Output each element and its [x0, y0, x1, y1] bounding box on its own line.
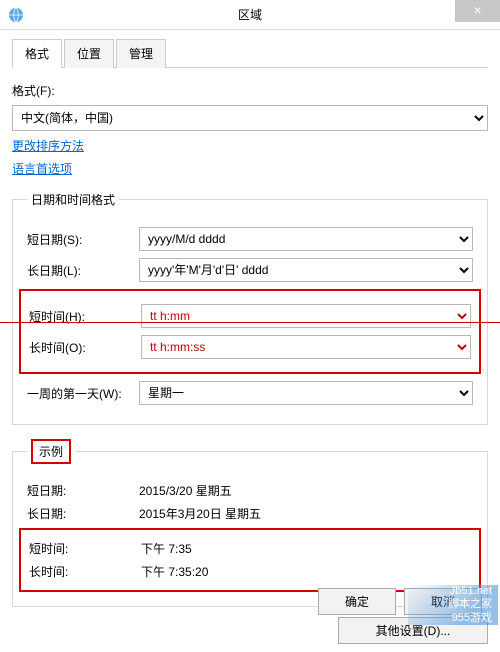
annotation-redline	[0, 322, 500, 323]
tab-location[interactable]: 位置	[64, 39, 114, 68]
tab-admin[interactable]: 管理	[116, 39, 166, 68]
example-group: 示例 短日期: 2015/3/20 星期五 长日期: 2015年3月20日 星期…	[12, 439, 488, 607]
long-date-label: 长日期(L):	[27, 262, 139, 279]
example-long-time-value: 下午 7:35:20	[141, 563, 471, 580]
long-date-select[interactable]: yyyy'年'M'月'd'日' dddd	[139, 258, 473, 282]
ok-button[interactable]: 确定	[318, 588, 396, 615]
datetime-formats-legend: 日期和时间格式	[27, 191, 119, 208]
first-day-label: 一周的第一天(W):	[27, 385, 139, 402]
tab-format[interactable]: 格式	[12, 39, 62, 68]
example-short-date-value: 2015/3/20 星期五	[139, 482, 473, 499]
short-time-select[interactable]: tt h:mm	[141, 304, 471, 328]
other-settings-button[interactable]: 其他设置(D)...	[338, 617, 488, 644]
dialog-content: 格式 位置 管理 格式(F): 中文(简体，中国) 更改排序方法 语言首选项 日…	[0, 30, 500, 652]
short-date-select[interactable]: yyyy/M/d dddd	[139, 227, 473, 251]
cancel-button[interactable]: 取消	[404, 588, 482, 615]
window-title: 区域	[0, 6, 500, 23]
example-long-date-label: 长日期:	[27, 505, 139, 522]
format-select[interactable]: 中文(简体，中国)	[12, 105, 488, 131]
highlight-box-time-examples: 短时间: 下午 7:35 长时间: 下午 7:35:20	[19, 528, 481, 592]
example-short-time-label: 短时间:	[29, 540, 141, 557]
example-short-time-value: 下午 7:35	[141, 540, 471, 557]
link-sort-method[interactable]: 更改排序方法	[12, 137, 488, 154]
link-language-prefs[interactable]: 语言首选项	[12, 160, 488, 177]
first-day-select[interactable]: 星期一	[139, 381, 473, 405]
short-date-label: 短日期(S):	[27, 231, 139, 248]
titlebar: 区域 ×	[0, 0, 500, 30]
example-long-date-value: 2015年3月20日 星期五	[139, 505, 473, 522]
example-short-date-label: 短日期:	[27, 482, 139, 499]
close-button[interactable]: ×	[455, 0, 500, 22]
long-time-select[interactable]: tt h:mm:ss	[141, 335, 471, 359]
format-label: 格式(F):	[12, 82, 488, 99]
tab-strip: 格式 位置 管理	[12, 38, 488, 68]
example-legend-wrap: 示例	[27, 439, 75, 464]
long-time-label: 长时间(O):	[29, 339, 141, 356]
example-long-time-label: 长时间:	[29, 563, 141, 580]
example-legend: 示例	[31, 439, 71, 464]
other-settings-row: 其他设置(D)...	[12, 617, 488, 644]
dialog-button-row: 确定 取消	[0, 588, 500, 615]
highlight-box-time-formats: 短时间(H): tt h:mm 长时间(O): tt h:mm:ss	[19, 289, 481, 374]
datetime-formats-group: 日期和时间格式 短日期(S): yyyy/M/d dddd 长日期(L): yy…	[12, 191, 488, 425]
